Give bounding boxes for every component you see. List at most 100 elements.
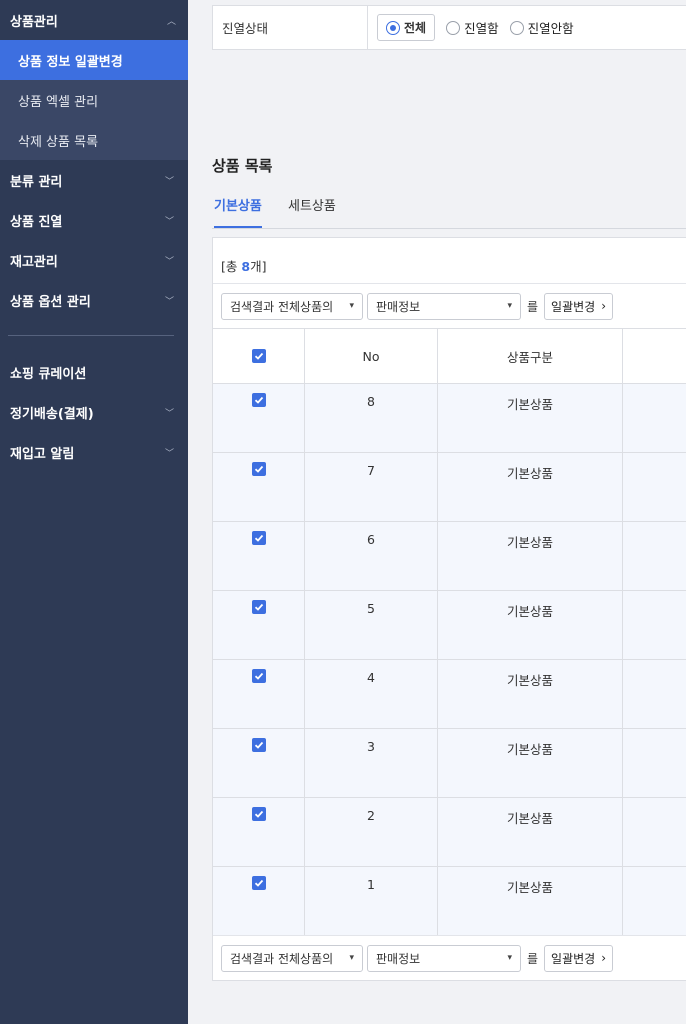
cell-rest: [623, 867, 686, 935]
chevron-down-icon: ▾: [507, 301, 512, 311]
cell-product-type: 기본상품: [438, 522, 623, 590]
filter-label: 진열상태: [213, 6, 368, 49]
sidebar-submenu: 상품 정보 일괄변경 상품 엑셀 관리 삭제 상품 목록: [0, 40, 188, 160]
row-checkbox-cell: [213, 522, 305, 590]
chevron-down-icon: ﹀: [164, 296, 174, 307]
table-row[interactable]: 6 기본상품: [213, 522, 686, 591]
section-title: 상품 목록: [212, 157, 273, 175]
table-row[interactable]: 2 기본상품: [213, 798, 686, 867]
row-checkbox[interactable]: [251, 738, 266, 752]
chevron-right-icon: ›: [601, 299, 607, 313]
sidebar-item-label: 상품 엑셀 관리: [18, 94, 99, 110]
row-checkbox[interactable]: [251, 393, 266, 407]
chevron-down-icon: ▾: [349, 301, 354, 311]
radio-displayed[interactable]: 진열함: [446, 18, 499, 37]
table-row[interactable]: 7 기본상품: [213, 453, 686, 522]
row-checkbox[interactable]: [251, 669, 266, 683]
radio-label: 진열안함: [527, 21, 574, 36]
product-list-panel: [총 8개] 검색결과 전체상품의 ▾ 판매정보 ▾ 를 일괄변경 › No 상품구분…: [212, 237, 686, 981]
scope-select[interactable]: 검색결과 전체상품의 ▾: [221, 944, 363, 972]
sidebar-item-bulk-change[interactable]: 상품 정보 일괄변경: [0, 40, 188, 80]
sidebar-item-display[interactable]: 상품 진열 ﹀: [0, 200, 188, 240]
chevron-down-icon: ﹀: [164, 176, 174, 187]
cell-rest: [623, 798, 686, 866]
select-value: 검색결과 전체상품의: [230, 951, 334, 966]
radio-label: 전체: [404, 21, 427, 35]
count-value: 8: [241, 259, 251, 274]
header-product-type: 상품구분: [438, 329, 623, 383]
bulk-change-button[interactable]: 일괄변경 ›: [544, 944, 614, 972]
row-checkbox[interactable]: [251, 876, 266, 890]
sidebar-item-category[interactable]: 분류 관리 ﹀: [0, 160, 188, 200]
main-content: 진열상태 전체 진열함 진열안함 상품 목록 기본상품 세트상품 [총 8개] …: [188, 0, 686, 1024]
radio-icon: [509, 20, 524, 35]
table-row[interactable]: 3 기본상품: [213, 729, 686, 798]
sidebar-item-options[interactable]: 상품 옵션 관리 ﹀: [0, 280, 188, 320]
sidebar-item-label: 재고관리: [10, 254, 58, 270]
select-value: 판매정보: [376, 951, 421, 966]
count-prefix: [총: [221, 259, 242, 274]
product-table: No 상품구분 8 기본상품 7 기본상품 6 기본상품 5 기본상품 4 기본상품 3 기본상품 2 기…: [213, 328, 686, 936]
chevron-up-icon: ︿: [166, 16, 176, 27]
field-select[interactable]: 판매정보 ▾: [367, 944, 521, 972]
bulk-action-bar-bottom: 검색결과 전체상품의 ▾ 판매정보 ▾ 를 일괄변경 ›: [213, 935, 686, 980]
bulk-action-bar-top: 검색결과 전체상품의 ▾ 판매정보 ▾ 를 일괄변경 ›: [213, 283, 686, 328]
cell-rest: [623, 729, 686, 797]
sidebar-item-label: 재입고 알림: [10, 446, 75, 462]
radio-not-displayed[interactable]: 진열안함: [509, 18, 574, 37]
cell-rest: [623, 522, 686, 590]
radio-all[interactable]: 전체: [377, 14, 436, 41]
row-checkbox[interactable]: [251, 531, 266, 545]
cell-product-type: 기본상품: [438, 384, 623, 452]
cell-rest: [623, 453, 686, 521]
sidebar-item-label: 상품 정보 일괄변경: [18, 54, 123, 70]
cell-product-type: 기본상품: [438, 798, 623, 866]
chevron-down-icon: ﹀: [164, 256, 174, 267]
row-checkbox[interactable]: [251, 600, 266, 614]
cell-product-type: 기본상품: [438, 591, 623, 659]
sidebar-item-deleted[interactable]: 삭제 상품 목록: [0, 120, 188, 160]
sidebar-item-restock[interactable]: 재입고 알림 ﹀: [0, 432, 188, 472]
sidebar-item-subscription[interactable]: 정기배송(결제) ﹀: [0, 392, 188, 432]
radio-icon: [446, 20, 461, 35]
row-checkbox[interactable]: [251, 462, 266, 476]
cell-no: 1: [305, 867, 438, 935]
cell-no: 5: [305, 591, 438, 659]
chevron-down-icon: ▾: [507, 953, 512, 963]
scope-select[interactable]: 검색결과 전체상품의 ▾: [221, 292, 363, 320]
cell-rest: [623, 591, 686, 659]
sidebar-item-label: 분류 관리: [10, 174, 63, 190]
field-select[interactable]: 판매정보 ▾: [367, 292, 521, 320]
header-rest: [623, 329, 686, 383]
table-row[interactable]: 5 기본상품: [213, 591, 686, 660]
particle-label: 를: [527, 299, 539, 314]
cell-no: 7: [305, 453, 438, 521]
sidebar-item-label: 정기배송(결제): [10, 406, 94, 422]
row-checkbox[interactable]: [251, 807, 266, 821]
header-no: No: [305, 329, 438, 383]
table-row[interactable]: 8 기본상품: [213, 384, 686, 453]
select-value: 판매정보: [376, 299, 421, 314]
cell-product-type: 기본상품: [438, 660, 623, 728]
cell-rest: [623, 384, 686, 452]
select-all-checkbox[interactable]: [251, 349, 266, 363]
table-row[interactable]: 4 기본상품: [213, 660, 686, 729]
row-checkbox-cell: [213, 867, 305, 935]
sidebar-item-curation[interactable]: 쇼핑 큐레이션: [0, 352, 188, 392]
count-suffix: 개]: [250, 259, 267, 274]
radio-selected-icon: [386, 20, 400, 35]
cell-product-type: 기본상품: [438, 453, 623, 521]
row-checkbox-cell: [213, 453, 305, 521]
sidebar-item-label: 삭제 상품 목록: [18, 134, 99, 150]
sidebar-item-inventory[interactable]: 재고관리 ﹀: [0, 240, 188, 280]
sidebar-item-excel[interactable]: 상품 엑셀 관리: [0, 80, 188, 120]
tab-basic-products[interactable]: 기본상품: [214, 190, 262, 228]
cell-no: 2: [305, 798, 438, 866]
bulk-change-button[interactable]: 일괄변경 ›: [544, 292, 614, 320]
sidebar-section-product-management[interactable]: 상품관리 ︿: [0, 0, 188, 40]
row-checkbox-cell: [213, 798, 305, 866]
table-row[interactable]: 1 기본상품: [213, 867, 686, 936]
chevron-down-icon: ﹀: [164, 216, 174, 227]
tab-set-products[interactable]: 세트상품: [288, 190, 336, 228]
radio-label: 진열함: [464, 21, 499, 36]
